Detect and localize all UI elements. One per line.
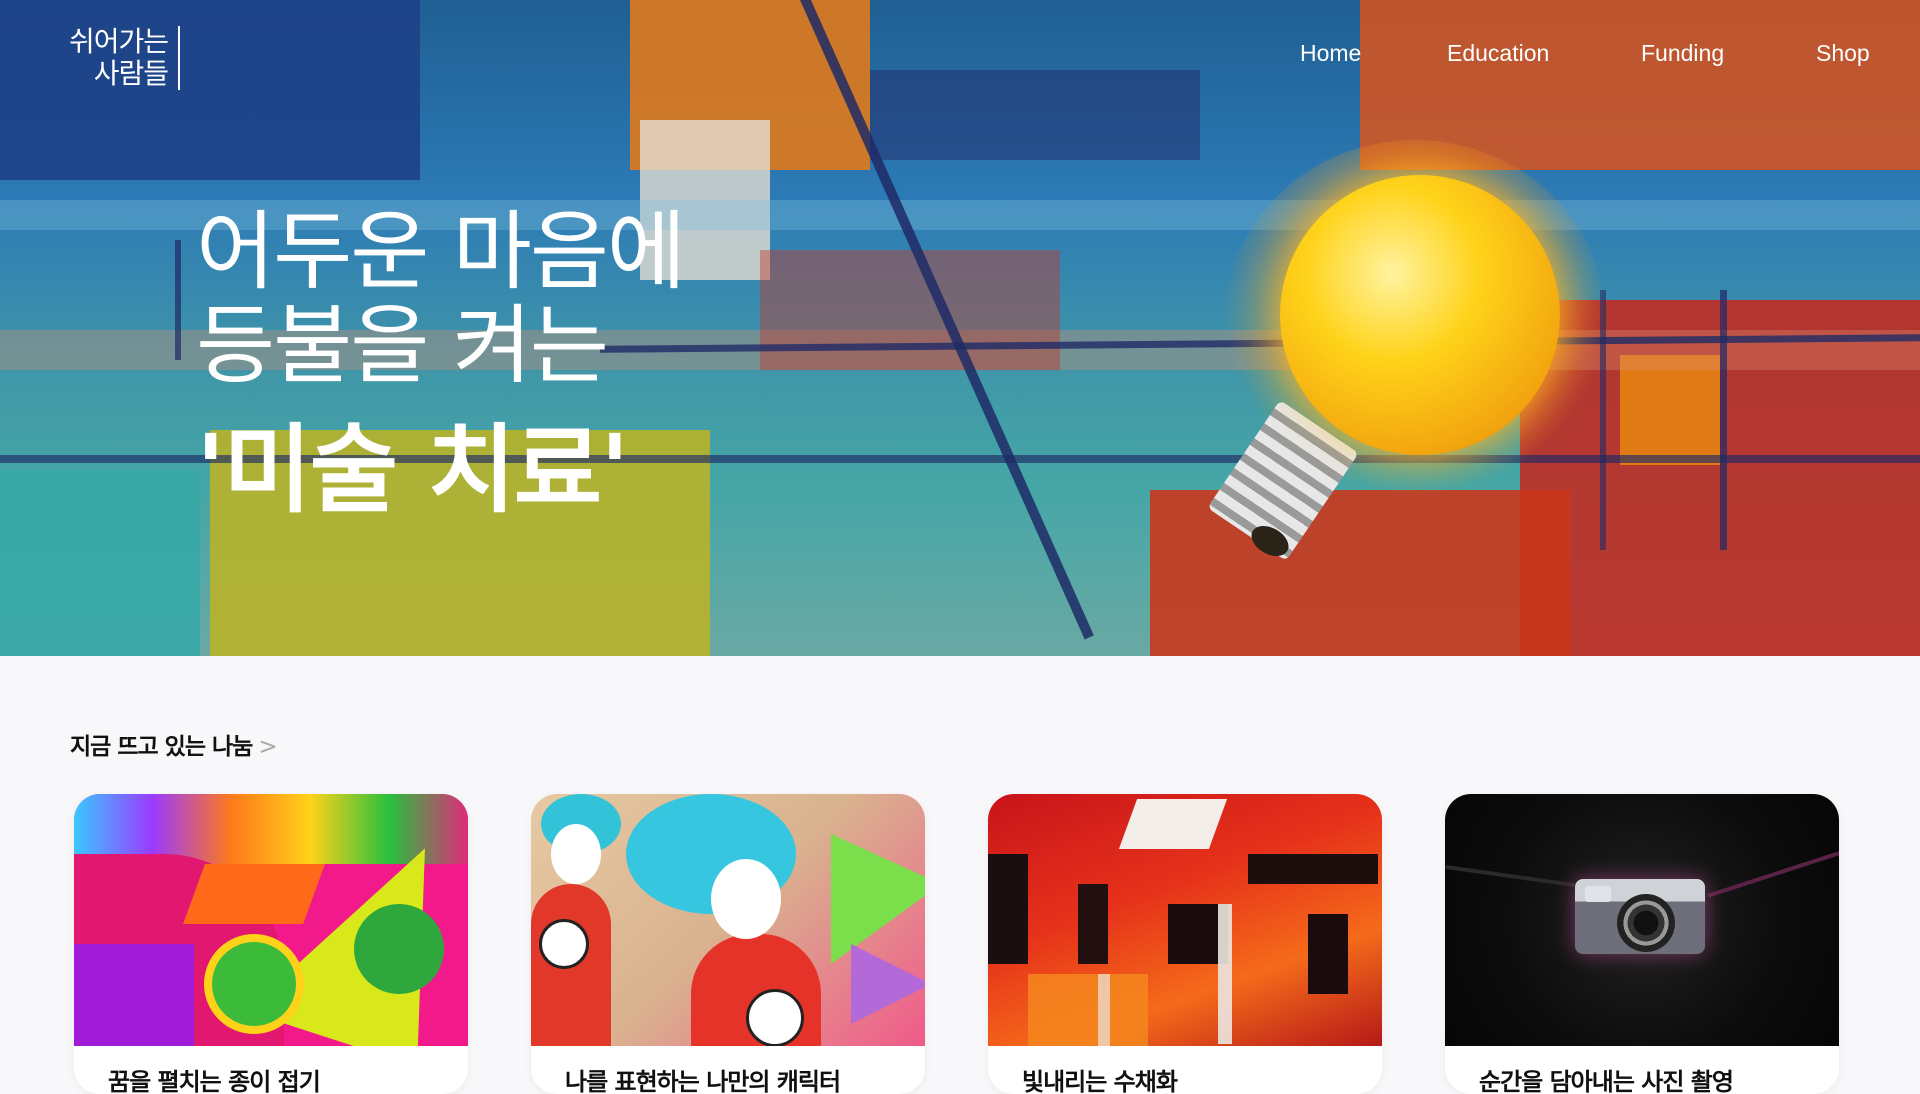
hero-highlight: '미술 치료' bbox=[196, 414, 629, 526]
paint-stroke bbox=[1028, 974, 1148, 1046]
camera-lens bbox=[1617, 894, 1675, 952]
paper-shape bbox=[74, 944, 194, 1046]
paper-plane-graffiti bbox=[851, 944, 925, 1024]
character-badge bbox=[746, 989, 804, 1046]
nav-education[interactable]: Education bbox=[1447, 40, 1549, 67]
paint-stroke bbox=[1078, 884, 1108, 964]
paint-stroke bbox=[988, 854, 1028, 964]
hero-headline: 어두운 마음에 등불을 켜는 bbox=[196, 202, 686, 396]
hero-paint-stroke bbox=[760, 250, 1060, 370]
card-thumbnail bbox=[988, 794, 1382, 1046]
hero-banner: 쉬어가는 사람들 Home Education Funding Shop 어두운… bbox=[0, 0, 1920, 656]
card-photography[interactable]: 순간을 담아내는 사진 촬영 bbox=[1445, 794, 1839, 1094]
nav-shop[interactable]: Shop bbox=[1816, 40, 1870, 67]
card-title: 나를 표현하는 나만의 캐릭터 bbox=[565, 1068, 841, 1094]
chevron-right-icon: > bbox=[258, 734, 277, 760]
paint-stroke bbox=[1248, 854, 1378, 884]
card-thumbnail bbox=[1445, 794, 1839, 1046]
card-title: 꿈을 펼치는 종이 접기 bbox=[108, 1068, 321, 1094]
hero-headline-line2: 등불을 켜는 bbox=[196, 296, 609, 396]
camera-strap bbox=[1445, 864, 1575, 888]
card-title: 빛내리는 수채화 bbox=[1022, 1068, 1178, 1094]
light-bulb-icon bbox=[1280, 175, 1560, 455]
main-nav: Home Education Funding Shop bbox=[0, 40, 1920, 70]
section-title[interactable]: 지금 뜨고 있는 나눔 > bbox=[70, 727, 278, 761]
hero-paint-stroke bbox=[1150, 490, 1570, 656]
nav-funding[interactable]: Funding bbox=[1641, 40, 1724, 67]
hero-paint-stroke bbox=[1620, 355, 1720, 465]
nav-home[interactable]: Home bbox=[1300, 40, 1361, 67]
hero-paint-stroke bbox=[870, 70, 1200, 160]
paint-stroke bbox=[1098, 974, 1110, 1046]
character-face bbox=[551, 824, 601, 884]
character-badge bbox=[539, 919, 589, 969]
card-thumbnail bbox=[531, 794, 925, 1046]
hero-headline-line1: 어두운 마음에 bbox=[196, 202, 686, 302]
section-title-text: 지금 뜨고 있는 나눔 bbox=[70, 734, 253, 760]
camera-strap bbox=[1707, 850, 1839, 898]
card-title: 순간을 담아내는 사진 촬영 bbox=[1479, 1068, 1734, 1094]
hero-paint-stroke bbox=[0, 470, 200, 656]
paint-stroke bbox=[1118, 799, 1228, 849]
paint-stroke bbox=[1308, 914, 1348, 994]
card-watercolor[interactable]: 빛내리는 수채화 bbox=[988, 794, 1382, 1094]
card-thumbnail bbox=[74, 794, 468, 1046]
character-face bbox=[711, 859, 781, 939]
paper-circle bbox=[354, 904, 444, 994]
hero-paint-line bbox=[175, 240, 181, 360]
card-paper-folding[interactable]: 꿈을 펼치는 종이 접기 bbox=[74, 794, 468, 1094]
paint-stroke bbox=[1218, 904, 1232, 1044]
camera-viewfinder bbox=[1585, 886, 1611, 902]
card-character[interactable]: 나를 표현하는 나만의 캐릭터 bbox=[531, 794, 925, 1094]
hero-paint-line bbox=[1720, 290, 1727, 550]
paper-circle bbox=[204, 934, 304, 1034]
